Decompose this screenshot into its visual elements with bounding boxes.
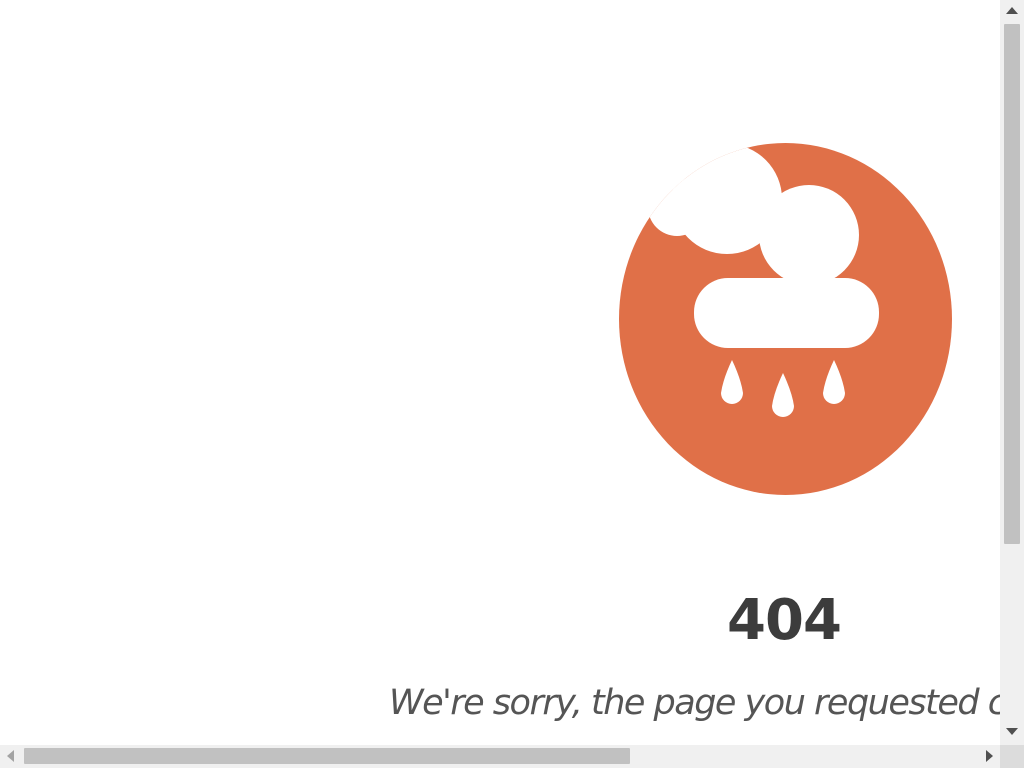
scroll-up-arrow-icon[interactable] (1006, 7, 1018, 14)
horizontal-scrollbar[interactable] (0, 745, 1000, 768)
scrollbar-corner (1000, 745, 1024, 768)
vertical-scrollbar[interactable] (1000, 0, 1024, 745)
scroll-left-arrow-icon[interactable] (7, 750, 14, 762)
page-viewport: 404 We're sorry, the page you requested … (0, 0, 1000, 745)
scroll-right-arrow-icon[interactable] (986, 750, 993, 762)
horizontal-scroll-thumb[interactable] (24, 748, 630, 764)
error-icon-circle (619, 143, 952, 495)
vertical-scroll-thumb[interactable] (1004, 24, 1020, 544)
error-code-heading: 404 (727, 588, 842, 653)
scroll-down-arrow-icon[interactable] (1006, 728, 1018, 735)
error-message: We're sorry, the page you requested cann… (389, 683, 1000, 723)
rain-cloud-icon (619, 143, 952, 495)
